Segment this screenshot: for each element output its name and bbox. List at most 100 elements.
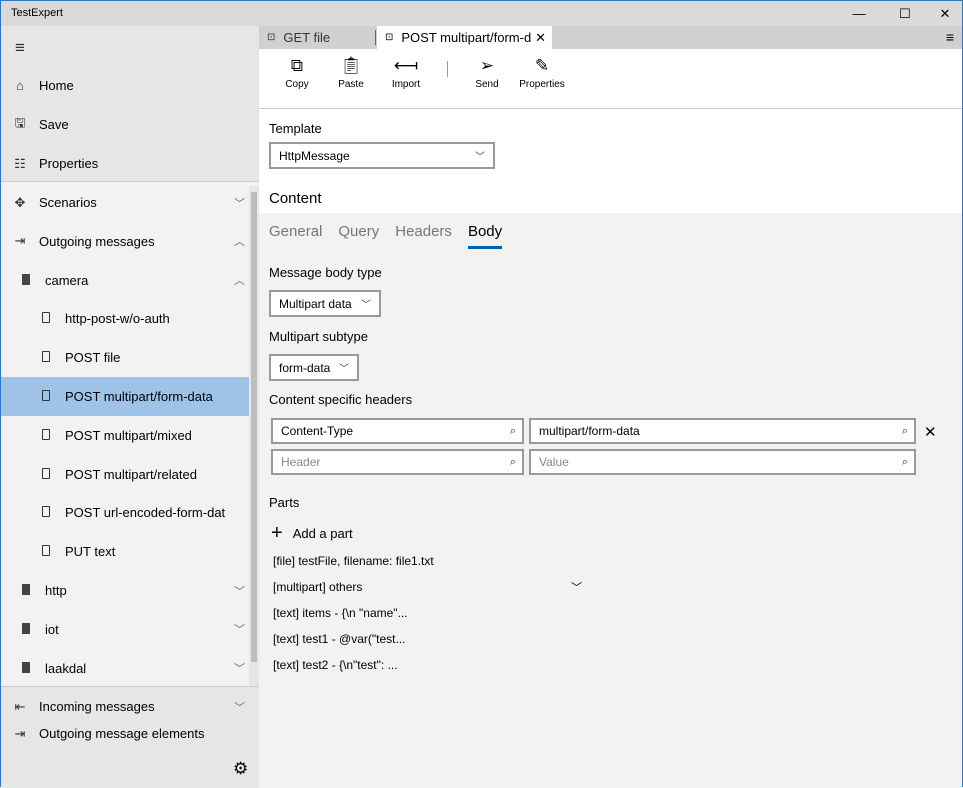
minimize-button[interactable]: —	[843, 1, 875, 26]
sidebar-tree-item[interactable]: laakdal ﹀	[1, 649, 249, 688]
chevron-icon[interactable]: ︿	[234, 233, 245, 249]
sidebar: ≡ ⌂ Home 🖫 Save ☷ Properties ✥ Scenarios ﹀ ⇥ Ou…	[1, 26, 259, 788]
folder-icon	[7, 273, 45, 288]
chevron-icon[interactable]: ﹀	[234, 621, 245, 637]
paste-button[interactable]: 📋︎ Paste	[326, 55, 376, 90]
sidebar-tree-item[interactable]: http ﹀	[1, 571, 249, 610]
chevron-down-icon: ﹀	[339, 364, 349, 375]
sidebar-tree-item[interactable]: iot ﹀	[1, 610, 249, 649]
tab-post-multipart[interactable]: ⊡ POST multipart/form-d ✕	[377, 26, 552, 49]
sidebar-item-label: POST multipart/mixed	[65, 427, 192, 443]
tab-general[interactable]: General	[269, 223, 322, 249]
sidebar-tree-item[interactable]: camera ︿	[1, 261, 249, 300]
sidebar-item-label: POST url-encoded-form-dat	[65, 505, 226, 521]
import-button[interactable]: ⟻ Import	[381, 55, 431, 90]
folder-icon	[7, 661, 45, 676]
import-icon: ⟻	[393, 56, 419, 75]
parts-label: Parts	[269, 495, 300, 510]
folder-icon	[7, 583, 45, 598]
header-name-input[interactable]: Content-Type ⌕	[271, 418, 524, 444]
sidebar-scrollbar[interactable]	[249, 186, 259, 746]
document-tabs: ⊡ GET file ⊡ POST multipart/form-d ✕ ≡	[259, 26, 962, 49]
chevron-down-icon[interactable]: ﹀	[571, 579, 582, 595]
message-icon: ⊡	[385, 32, 394, 43]
remove-header-icon[interactable]: ✕	[924, 423, 937, 441]
tab-query[interactable]: Query	[338, 223, 379, 249]
part-item[interactable]: [text] test1 - @var("test...	[273, 632, 405, 646]
folder-icon	[7, 622, 45, 637]
sidebar-tree-item[interactable]: http-post-w/o-auth	[1, 299, 249, 338]
sidebar-tree-item[interactable]: PUT text	[1, 532, 249, 571]
document-icon	[27, 467, 65, 482]
maximize-button[interactable]: ☐	[889, 1, 921, 26]
sidebar-tree-item[interactable]: POST url-encoded-form-dat	[1, 493, 249, 532]
body-type-dropdown[interactable]: Multipart data ﹀	[269, 290, 381, 317]
sidebar-item-save[interactable]: 🖫 Save	[1, 105, 249, 144]
copy-button[interactable]: ⧉ Copy	[272, 55, 322, 90]
paste-icon: 📋︎	[340, 56, 362, 75]
send-icon: ➢	[479, 56, 495, 75]
header-value-input[interactable]: multipart/form-data ⌕	[529, 418, 916, 444]
hamburger-menu-button[interactable]: ≡	[1, 28, 249, 67]
sidebar-item-label: laakdal	[45, 660, 87, 676]
content-headers-label: Content specific headers	[269, 392, 413, 407]
sidebar-item-label: iot	[45, 621, 59, 637]
sidebar-item-properties[interactable]: ☷ Properties	[1, 144, 249, 183]
document-icon	[27, 505, 65, 520]
close-tab-icon[interactable]: ✕	[535, 30, 546, 46]
main-panel: ⊡ GET file ⊡ POST multipart/form-d ✕ ≡ ⧉ Cop…	[259, 26, 962, 788]
chevron-down-icon: ﹀	[475, 152, 485, 163]
sidebar-tree-item[interactable]: POST file	[1, 338, 249, 377]
part-item[interactable]: [file] testFile, filename: file1.txt	[273, 554, 434, 568]
sidebar-tree-item[interactable]: ⇥ Outgoing messages ︿	[1, 222, 249, 261]
template-dropdown[interactable]: HttpMessage ﹀	[269, 142, 495, 169]
sidebar-item-incoming-messages[interactable]: ⇤ Incoming messages ﹀	[1, 687, 249, 726]
part-item[interactable]: [text] test2 - {\n"test": ...	[273, 658, 398, 672]
settings-gear-icon[interactable]: ⚙	[233, 759, 248, 779]
sidebar-tree-item[interactable]: POST multipart/related	[1, 455, 249, 494]
outgoing-icon: ⇥	[14, 233, 26, 249]
sidebar-item-label: http-post-w/o-auth	[65, 311, 170, 327]
tab-get-file[interactable]: ⊡ GET file	[259, 26, 377, 49]
multipart-subtype-dropdown[interactable]: form-data ﹀	[269, 354, 359, 381]
document-icon	[27, 350, 65, 365]
document-icon	[27, 428, 65, 443]
chevron-icon[interactable]: ﹀	[234, 195, 245, 211]
chevron-icon[interactable]: ︿	[234, 272, 245, 288]
properties-button[interactable]: ✎ Properties	[517, 55, 567, 90]
part-item[interactable]: [text] items - {\n "name"...	[273, 606, 408, 620]
sidebar-item-label: Scenarios	[39, 195, 97, 210]
chevron-down-icon[interactable]: ﹀	[234, 699, 245, 715]
sidebar-tree-item[interactable]: POST multipart/form-data	[1, 377, 249, 416]
chevron-icon[interactable]: ﹀	[234, 583, 245, 599]
sidebar-item-label: POST file	[65, 350, 121, 366]
toolbar-divider	[447, 61, 448, 77]
new-value-input[interactable]: Value ⌕	[529, 449, 916, 475]
pencil-icon: ✎	[534, 56, 550, 75]
sidebar-tree-item[interactable]: POST multipart/mixed	[1, 416, 249, 455]
properties-icon: ☷	[14, 155, 26, 171]
sidebar-tree-item[interactable]: ✥ Scenarios ﹀	[1, 183, 249, 222]
close-window-button[interactable]: ✕	[929, 1, 961, 26]
tab-body[interactable]: Body	[467, 223, 503, 249]
outgoing-elements-icon: ⇥	[14, 726, 26, 741]
new-header-input[interactable]: Header ⌕	[271, 449, 524, 475]
sidebar-item-home[interactable]: ⌂ Home	[1, 66, 249, 105]
content-title: Content	[269, 190, 322, 207]
tab-headers[interactable]: Headers	[395, 223, 452, 249]
home-icon: ⌂	[16, 78, 24, 93]
send-button[interactable]: ➢ Send	[462, 55, 512, 90]
title-bar: TestExpert — ☐ ✕	[1, 1, 962, 26]
add-part-button[interactable]: + Add a part	[271, 522, 353, 545]
search-icon: ⌕	[509, 455, 516, 468]
tab-list-icon[interactable]: ≡	[946, 29, 954, 45]
copy-icon: ⧉	[290, 56, 304, 75]
sidebar-item-outgoing-message-elements[interactable]: ⇥ Outgoing message elements	[1, 726, 249, 746]
sidebar-item-label: http	[45, 583, 67, 598]
chevron-icon[interactable]: ﹀	[234, 660, 245, 676]
message-icon: ⊡	[267, 32, 276, 43]
app-title: TestExpert	[11, 7, 63, 19]
document-icon	[27, 311, 65, 326]
part-item[interactable]: [multipart] others	[273, 580, 362, 594]
toolbar: ⧉ Copy 📋︎ Paste ⟻ Import ➢ Send ✎ Properties	[259, 49, 962, 109]
